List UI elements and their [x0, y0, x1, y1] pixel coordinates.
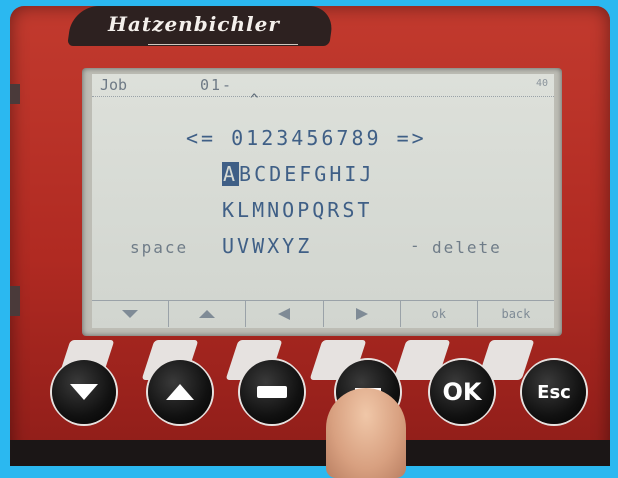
- up-triangle-icon: [166, 384, 194, 400]
- down-button[interactable]: [52, 360, 116, 424]
- softkey-ok[interactable]: ok: [401, 301, 478, 327]
- device-bottom-edge: [10, 440, 610, 466]
- side-tab: [10, 286, 20, 316]
- brand-underline: [148, 38, 298, 45]
- softkey-down[interactable]: [92, 301, 170, 327]
- esc-button[interactable]: Esc: [522, 360, 586, 424]
- letter-key[interactable]: I: [344, 162, 359, 186]
- down-triangle-icon: [70, 384, 98, 400]
- lcd-screen: Job 01- 40 ^ <= 0123456789 => ABCDEFGHIJ…: [92, 74, 554, 328]
- left-arrow-icon: [278, 308, 291, 320]
- letters-row-2[interactable]: KLMNOPQRST: [222, 198, 372, 222]
- job-value-field[interactable]: 01-: [200, 76, 233, 94]
- letter-key[interactable]: G: [314, 162, 329, 186]
- letters-row-3[interactable]: UVWXYZ: [222, 234, 312, 258]
- digits-row: <= 0123456789 =>: [186, 126, 427, 150]
- letter-key[interactable]: H: [329, 162, 344, 186]
- softkey-back[interactable]: back: [478, 301, 554, 327]
- brand-logo: Hatzenbichler: [108, 12, 280, 36]
- job-label: Job: [100, 76, 128, 94]
- status-row: Job 01- 40: [92, 74, 554, 97]
- right-arrow-icon: [355, 308, 368, 320]
- ok-label: OK: [442, 378, 482, 406]
- cursor-caret: ^: [250, 92, 259, 108]
- letter-key[interactable]: J: [359, 162, 374, 186]
- down-arrow-icon: [122, 310, 139, 318]
- letters-row-1: ABCDEFGHIJ: [222, 162, 374, 186]
- job-index: 40: [535, 78, 548, 89]
- softkey-left[interactable]: [246, 301, 324, 327]
- delete-key[interactable]: delete: [432, 238, 502, 257]
- up-button[interactable]: [148, 360, 212, 424]
- letter-key[interactable]: C: [254, 162, 269, 186]
- esc-label: Esc: [537, 381, 571, 403]
- softkey-up[interactable]: [169, 301, 247, 327]
- space-key[interactable]: space: [130, 238, 188, 257]
- minus-button[interactable]: [240, 360, 304, 424]
- up-arrow-icon: [199, 310, 216, 318]
- selected-letter-key[interactable]: A: [222, 162, 240, 186]
- finger-pressing-button: [326, 388, 406, 478]
- ok-button[interactable]: OK: [430, 360, 494, 424]
- delete-dash: -: [410, 236, 422, 255]
- letter-key[interactable]: D: [269, 162, 284, 186]
- letter-key[interactable]: B: [239, 162, 254, 186]
- digit-keys[interactable]: 0123456789: [231, 126, 381, 150]
- minus-icon: [257, 386, 287, 398]
- side-tab: [10, 84, 20, 104]
- letter-key[interactable]: E: [284, 162, 299, 186]
- letter-key[interactable]: F: [299, 162, 314, 186]
- softkey-right[interactable]: [324, 301, 401, 327]
- nav-right-key[interactable]: =>: [397, 126, 427, 150]
- softkey-bar: ok back: [92, 300, 554, 327]
- nav-left-key[interactable]: <=: [186, 126, 216, 150]
